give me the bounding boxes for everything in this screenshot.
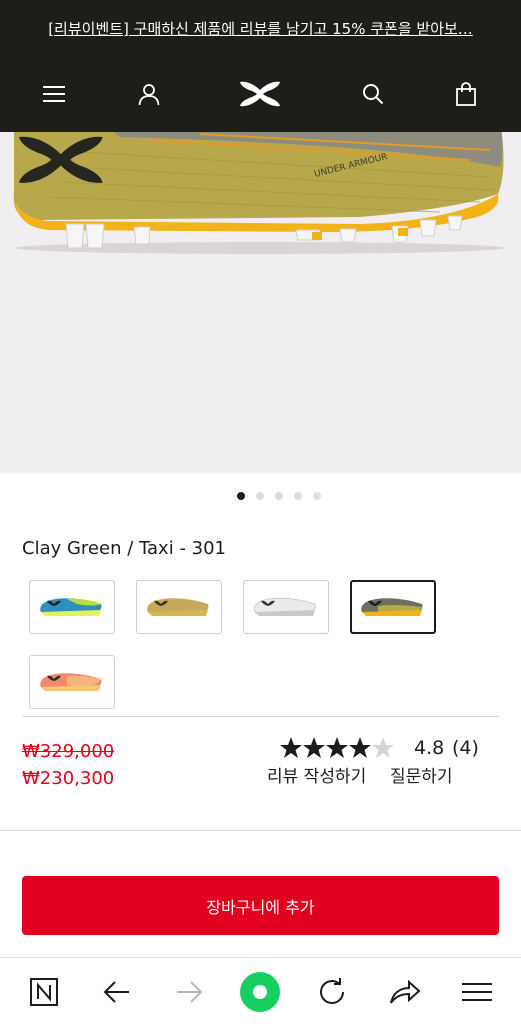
section-divider bbox=[22, 716, 499, 717]
add-to-cart-label: 장바구니에 추가 bbox=[206, 897, 315, 917]
carousel-dot[interactable] bbox=[256, 492, 264, 500]
home-green-icon[interactable] bbox=[240, 972, 280, 1012]
shopping-bag-icon[interactable] bbox=[450, 78, 482, 110]
swatch-boot-icon bbox=[253, 597, 316, 616]
write-review-link[interactable]: 리뷰 작성하기 bbox=[267, 762, 366, 787]
color-swatch-coral[interactable] bbox=[29, 655, 115, 709]
color-swatch-gold[interactable] bbox=[136, 580, 222, 634]
back-arrow-icon[interactable] bbox=[97, 972, 137, 1012]
add-to-cart-button[interactable]: 장바구니에 추가 bbox=[22, 876, 499, 935]
reload-icon[interactable] bbox=[312, 972, 352, 1012]
color-swatch-white[interactable] bbox=[243, 580, 329, 634]
promo-banner[interactable]: [리뷰이벤트] 구매하신 제품에 리뷰를 남기고 15% 쿠폰을 받아보… bbox=[0, 0, 521, 56]
promo-text[interactable]: [리뷰이벤트] 구매하신 제품에 리뷰를 남기고 15% 쿠폰을 받아보… bbox=[48, 18, 473, 39]
swatch-boot-icon bbox=[40, 598, 102, 616]
selected-color-name: Clay Green / Taxi - 301 bbox=[22, 538, 226, 559]
carousel-dot[interactable] bbox=[237, 492, 245, 500]
review-count[interactable]: (4) bbox=[452, 737, 479, 759]
carousel-dot[interactable] bbox=[313, 492, 321, 500]
original-price: ₩329,000 bbox=[22, 741, 115, 762]
star-rating bbox=[279, 736, 395, 760]
section-divider bbox=[0, 830, 521, 831]
carousel-dot[interactable] bbox=[294, 492, 302, 500]
swatch-boot-icon bbox=[40, 673, 102, 691]
account-icon[interactable] bbox=[133, 78, 165, 110]
carousel-dot[interactable] bbox=[275, 492, 283, 500]
color-swatch-blue-teal[interactable] bbox=[29, 580, 115, 634]
hamburger-menu-icon[interactable] bbox=[457, 972, 497, 1012]
swatch-boot-icon bbox=[361, 598, 423, 616]
image-carousel-indicator bbox=[0, 491, 521, 501]
search-icon[interactable] bbox=[357, 78, 389, 110]
browser-toolbar bbox=[0, 957, 521, 1024]
football-boot-image: UNDER ARMOUR bbox=[13, 132, 505, 254]
forward-arrow-icon[interactable] bbox=[169, 972, 209, 1012]
under-armour-logo[interactable] bbox=[234, 78, 286, 110]
sale-price: ₩230,300 bbox=[22, 768, 115, 789]
share-icon[interactable] bbox=[385, 972, 425, 1012]
ask-question-link[interactable]: 질문하기 bbox=[390, 762, 453, 787]
star-rating-icon bbox=[280, 737, 394, 758]
color-swatch-clay-green-taxi[interactable] bbox=[350, 580, 436, 634]
swatch-boot-icon bbox=[147, 598, 209, 616]
menu-icon[interactable] bbox=[38, 78, 70, 110]
naver-n-icon[interactable] bbox=[24, 972, 64, 1012]
rating-value: 4.8 bbox=[414, 737, 445, 759]
top-navigation bbox=[0, 56, 521, 132]
product-hero-image[interactable]: UNDER ARMOUR bbox=[0, 132, 521, 473]
